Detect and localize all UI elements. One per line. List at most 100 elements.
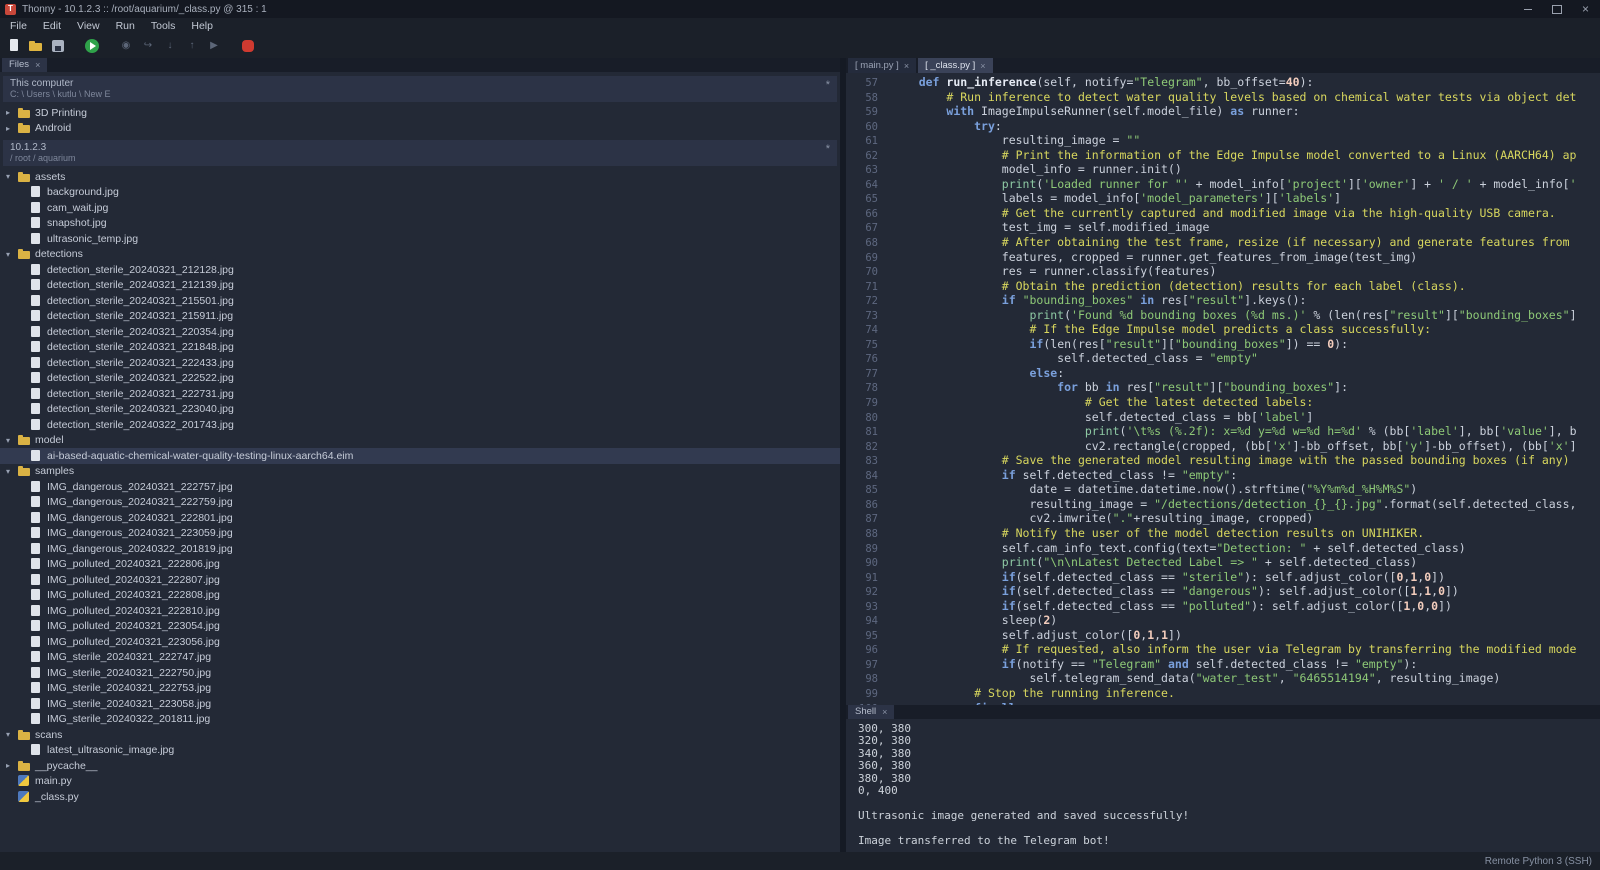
tree-item[interactable]: IMG_polluted_20240321_222806.jpg [0, 557, 840, 573]
menu-item-tools[interactable]: Tools [143, 20, 184, 32]
code-line[interactable]: 70 res = runner.classify(features) [846, 264, 1600, 279]
save-file-button[interactable] [48, 36, 68, 56]
code-line[interactable]: 62 # Print the information of the Edge I… [846, 148, 1600, 163]
code-line[interactable]: 86 resulting_image = "/detections/detect… [846, 497, 1600, 512]
section-menu-icon[interactable]: * [826, 143, 830, 155]
tree-item[interactable]: main.py [0, 774, 840, 790]
tree-item[interactable]: detection_sterile_20240321_222522.jpg [0, 371, 840, 387]
tree-item[interactable]: detection_sterile_20240321_222433.jpg [0, 355, 840, 371]
step-over-button[interactable]: ↪ [138, 36, 158, 56]
menu-item-edit[interactable]: Edit [35, 20, 69, 32]
tab-close-icon[interactable]: × [980, 61, 985, 71]
tree-item[interactable]: detection_sterile_20240321_215911.jpg [0, 309, 840, 325]
code-line[interactable]: 78 for bb in res["result"]["bounding_box… [846, 380, 1600, 395]
code-line[interactable]: 79 # Get the latest detected labels: [846, 395, 1600, 410]
editor-tab[interactable]: [ _class.py ]× [918, 58, 992, 73]
tree-item[interactable]: ▾model [0, 433, 840, 449]
code-area[interactable]: 57 def run_inference(self, notify="Teleg… [846, 73, 1600, 707]
tree-item[interactable]: IMG_polluted_20240321_222807.jpg [0, 572, 840, 588]
code-line[interactable]: 96 # If requested, also inform the user … [846, 642, 1600, 657]
open-file-button[interactable] [26, 36, 46, 56]
tree-item[interactable]: IMG_sterile_20240321_223058.jpg [0, 696, 840, 712]
tree-item[interactable]: IMG_polluted_20240321_222810.jpg [0, 603, 840, 619]
code-line[interactable]: 83 # Save the generated model resulting … [846, 453, 1600, 468]
code-line[interactable]: 76 self.detected_class = "empty" [846, 351, 1600, 366]
code-line[interactable]: 99 # Stop the running inference. [846, 686, 1600, 701]
tree-item[interactable]: detection_sterile_20240321_212128.jpg [0, 262, 840, 278]
code-line[interactable]: 57 def run_inference(self, notify="Teleg… [846, 75, 1600, 90]
tree-item[interactable]: ai-based-aquatic-chemical-water-quality-… [0, 448, 840, 464]
maximize-button[interactable] [1542, 0, 1571, 18]
tree-item[interactable]: detection_sterile_20240322_201743.jpg [0, 417, 840, 433]
tree-item[interactable]: background.jpg [0, 185, 840, 201]
tree-item[interactable]: detection_sterile_20240321_221848.jpg [0, 340, 840, 356]
code-line[interactable]: 97 if(notify == "Telegram" and self.dete… [846, 657, 1600, 672]
code-line[interactable]: 65 labels = model_info['model_parameters… [846, 191, 1600, 206]
tree-item[interactable]: detection_sterile_20240321_212139.jpg [0, 278, 840, 294]
close-button[interactable]: × [1571, 0, 1600, 18]
tree-item[interactable]: ▾scans [0, 727, 840, 743]
tree-item[interactable]: ultrasonic_temp.jpg [0, 231, 840, 247]
tree-item[interactable]: IMG_sterile_20240321_222747.jpg [0, 650, 840, 666]
tree-item[interactable]: IMG_sterile_20240322_201811.jpg [0, 712, 840, 728]
code-line[interactable]: 82 cv2.rectangle(cropped, (bb['x']-bb_of… [846, 439, 1600, 454]
code-line[interactable]: 68 # After obtaining the test frame, res… [846, 235, 1600, 250]
code-line[interactable]: 98 self.telegram_send_data("water_test",… [846, 671, 1600, 686]
code-line[interactable]: 89 self.cam_info_text.config(text="Detec… [846, 541, 1600, 556]
tree-item[interactable]: snapshot.jpg [0, 216, 840, 232]
files-tab-close-icon[interactable]: × [35, 60, 40, 70]
code-line[interactable]: 64 print('Loaded runner for "' + model_i… [846, 177, 1600, 192]
tree-item[interactable]: IMG_sterile_20240321_222750.jpg [0, 665, 840, 681]
code-line[interactable]: 90 print("\n\nLatest Detected Label => "… [846, 555, 1600, 570]
expander-icon[interactable]: ▾ [6, 172, 18, 181]
minimize-button[interactable] [1513, 0, 1542, 18]
code-line[interactable]: 61 resulting_image = "" [846, 133, 1600, 148]
code-line[interactable]: 77 else: [846, 366, 1600, 381]
tree-item[interactable]: IMG_dangerous_20240322_201819.jpg [0, 541, 840, 557]
tree-item[interactable]: IMG_polluted_20240321_223054.jpg [0, 619, 840, 635]
step-into-button[interactable]: ↓ [160, 36, 180, 56]
tree-item[interactable]: IMG_polluted_20240321_222808.jpg [0, 588, 840, 604]
section-menu-icon[interactable]: * [826, 79, 830, 91]
code-line[interactable]: 92 if(self.detected_class == "dangerous"… [846, 584, 1600, 599]
menu-item-help[interactable]: Help [183, 20, 221, 32]
tree-item[interactable]: IMG_polluted_20240321_223056.jpg [0, 634, 840, 650]
tab-close-icon[interactable]: × [904, 61, 909, 71]
code-line[interactable]: 69 features, cropped = runner.get_featur… [846, 250, 1600, 265]
editor-tab[interactable]: [ main.py ]× [848, 58, 916, 73]
stop-button[interactable] [238, 36, 258, 56]
menu-item-view[interactable]: View [69, 20, 108, 32]
tree-item[interactable]: IMG_sterile_20240321_222753.jpg [0, 681, 840, 697]
tree-item[interactable]: ▸3D Printing [0, 105, 840, 121]
code-line[interactable]: 93 if(self.detected_class == "polluted")… [846, 599, 1600, 614]
tree-item[interactable]: IMG_dangerous_20240321_222757.jpg [0, 479, 840, 495]
tree-item[interactable]: IMG_dangerous_20240321_223059.jpg [0, 526, 840, 542]
code-line[interactable]: 94 sleep(2) [846, 613, 1600, 628]
code-line[interactable]: 73 print('Found %d bounding boxes (%d ms… [846, 308, 1600, 323]
code-line[interactable]: 88 # Notify the user of the model detect… [846, 526, 1600, 541]
code-line[interactable]: 66 # Get the currently captured and modi… [846, 206, 1600, 221]
expander-icon[interactable]: ▾ [6, 467, 18, 476]
expander-icon[interactable]: ▸ [6, 761, 18, 770]
tree-item[interactable]: latest_ultrasonic_image.jpg [0, 743, 840, 759]
run-script-button[interactable] [82, 36, 102, 56]
tree-item[interactable]: detection_sterile_20240321_223040.jpg [0, 402, 840, 418]
tree-item[interactable]: IMG_dangerous_20240321_222801.jpg [0, 510, 840, 526]
step-out-button[interactable]: ↑ [182, 36, 202, 56]
shell-tab-close-icon[interactable]: × [882, 707, 887, 717]
code-line[interactable]: 85 date = datetime.datetime.now().strfti… [846, 482, 1600, 497]
code-line[interactable]: 67 test_img = self.modified_image [846, 220, 1600, 235]
tree-item[interactable]: ▾samples [0, 464, 840, 480]
tree-item[interactable]: cam_wait.jpg [0, 200, 840, 216]
expander-icon[interactable]: ▾ [6, 250, 18, 259]
code-line[interactable]: 60 try: [846, 119, 1600, 134]
menu-item-file[interactable]: File [2, 20, 35, 32]
tree-item[interactable]: ▾assets [0, 169, 840, 185]
interpreter-status[interactable]: Remote Python 3 (SSH) [1485, 856, 1592, 867]
code-line[interactable]: 72 if "bounding_boxes" in res["result"].… [846, 293, 1600, 308]
code-line[interactable]: 95 self.adjust_color([0,1,1]) [846, 628, 1600, 643]
expander-icon[interactable]: ▸ [6, 124, 18, 133]
resume-button[interactable]: ▶ [204, 36, 224, 56]
expander-icon[interactable]: ▾ [6, 730, 18, 739]
code-line[interactable]: 81 print('\t%s (%.2f): x=%d y=%d w=%d h=… [846, 424, 1600, 439]
